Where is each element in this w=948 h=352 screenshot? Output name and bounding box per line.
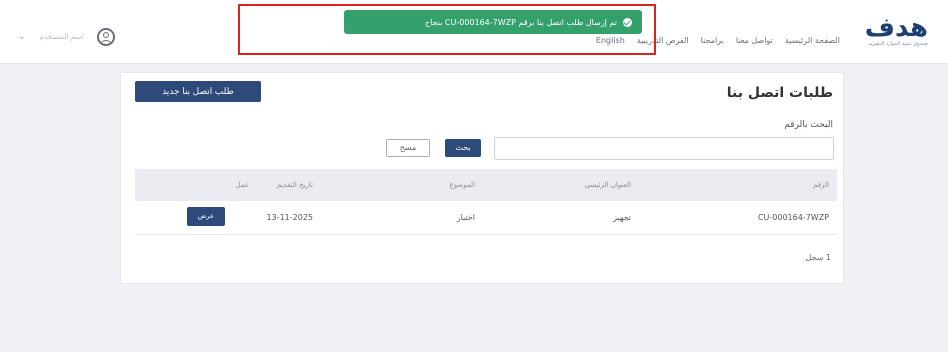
request-main-title: تجهيز bbox=[613, 213, 631, 222]
nav-item-contact[interactable]: تواصل معنا bbox=[736, 36, 773, 45]
nav-item-programs[interactable]: برامجنا bbox=[701, 36, 724, 45]
request-subject: اختبار bbox=[456, 213, 475, 222]
search-input[interactable] bbox=[494, 137, 834, 160]
request-number: CU-000164-7WZP bbox=[757, 213, 829, 222]
table-header: الرقم العنوان الرئيسي الموضوع تاريخ التق… bbox=[135, 169, 837, 201]
user-name: اسم المستخدم bbox=[39, 33, 84, 41]
record-count: 1 سجل bbox=[805, 253, 831, 262]
page-title: طلبات اتصل بنا bbox=[726, 85, 833, 101]
table-row: CU-000164-7WZP تجهيز اختبار 13-11-2025 bbox=[135, 201, 837, 235]
view-button[interactable]: عرض bbox=[187, 207, 225, 226]
contact-requests-card: طلبات اتصل بنا طلب اتصل بنا جديد البحث ب… bbox=[120, 72, 844, 284]
user-menu[interactable]: ⌄ اسم المستخدم bbox=[18, 28, 116, 46]
logo-subtitle: صندوق تنمية الموارد البشرية bbox=[868, 41, 928, 47]
logo-text: هدف bbox=[864, 13, 929, 43]
new-request-button[interactable]: طلب اتصل بنا جديد bbox=[135, 81, 261, 102]
column-header-main-title: العنوان الرئيسي bbox=[584, 181, 631, 189]
clear-button[interactable]: مسح bbox=[386, 139, 430, 157]
column-header-action: عمل bbox=[235, 181, 249, 189]
nav-item-home[interactable]: الصفحة الرئيسية bbox=[785, 36, 840, 45]
user-avatar-icon[interactable] bbox=[97, 28, 116, 46]
highlight-box bbox=[238, 4, 656, 55]
chevron-down-icon[interactable]: ⌄ bbox=[18, 32, 26, 42]
logo[interactable]: هدف صندوق تنمية الموارد البشرية bbox=[864, 13, 929, 48]
column-header-subject: الموضوع bbox=[449, 181, 475, 189]
column-header-number: الرقم bbox=[813, 181, 829, 189]
request-date: 13-11-2025 bbox=[266, 213, 314, 222]
search-button[interactable]: بحث bbox=[445, 139, 481, 157]
search-label: البحث بالرقم bbox=[784, 120, 833, 130]
column-header-date: تاريخ التقديم bbox=[276, 181, 313, 189]
